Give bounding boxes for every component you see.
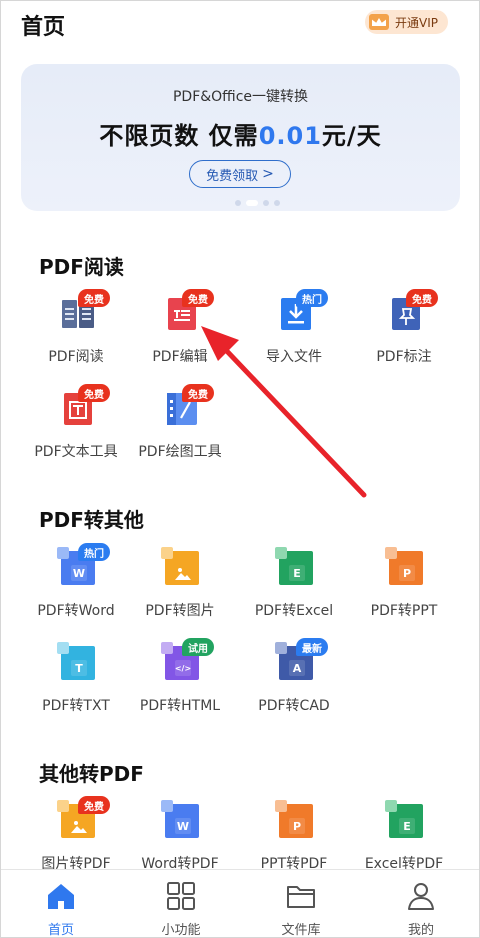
header: 首页 开通VIP [1,1,479,49]
crown-icon [369,14,389,30]
tool-label: PDF编辑 [152,349,208,365]
tool-import-file[interactable]: 热门 导入文件 [239,289,349,377]
tool-pdf-read[interactable]: 免费 PDF阅读 [21,289,131,377]
tool-label: PDF转Excel [254,603,334,619]
ppt-file-icon: P [275,800,313,838]
section-title-pdf-to-other: PDF转其他 [39,508,144,532]
folder-icon [287,886,315,908]
banner-headline: 不限页数 仅需0.01元/天 [21,116,460,151]
carousel-dot-active [246,200,258,206]
tab-functions[interactable]: 小功能 [121,870,241,938]
tab-label: 小功能 [161,923,201,938]
image-file-icon [161,547,199,585]
carousel-dot [263,200,269,206]
banner-headline-prefix: 不限页数 仅需 [99,122,259,150]
vip-button[interactable]: 开通VIP [365,10,448,34]
banner-subtitle: PDF&Office一键转换 [172,89,309,105]
txt-file-icon: T [57,642,95,680]
excel-file-icon: E [275,547,313,585]
app-screen: 首页 开通VIP PDF&Office一键转换 不限页数 仅需0.01元/天 免… [0,0,480,938]
tool-label: PDF转图片 [145,603,215,619]
badge: 免费 [78,289,110,307]
tab-label: 文件库 [281,923,321,938]
free-claim-label: 免费领取 [206,168,259,184]
picture-icon [175,568,191,580]
carousel-dot [274,200,280,206]
tool-label: PDF转PPT [370,603,438,619]
tool-label: PDF阅读 [48,349,104,365]
word-file-icon: W [161,800,199,838]
section-title-pdf-read: PDF阅读 [39,255,124,279]
badge: 免费 [78,384,110,402]
banner-price: 0.01 [258,122,322,150]
tool-pdf-annotate[interactable]: 免费 PDF标注 [349,289,459,377]
banner-headline-suffix: 元/天 [321,122,382,150]
tool-pdf-to-image[interactable]: PDF转图片 [125,547,235,631]
tool-pdf-to-cad[interactable]: A 最新 PDF转CAD [239,638,349,726]
carousel-dot [235,200,241,206]
tool-label: PDF标注 [376,349,432,365]
tab-label: 首页 [47,923,74,938]
tool-label: PDF转Word [37,603,115,619]
tool-pdf-text[interactable]: 免费 PDF文本工具 [21,384,131,472]
badge: 免费 [78,796,110,814]
tab-home[interactable]: 首页 [1,870,121,938]
free-claim-button[interactable]: 免费领取 > [189,160,291,188]
badge: 免费 [182,289,214,307]
badge: 热门 [78,543,110,561]
tool-label: PDF文本工具 [34,444,118,460]
badge: 免费 [406,289,438,307]
bottom-tab-bar: 首页 小功能 文件库 我的 [1,869,479,938]
chevron-right-icon: > [262,166,274,182]
grid-icon [167,882,195,910]
home-icon [48,884,74,909]
tool-pdf-to-html[interactable]: </> 试用 PDF转HTML [125,638,235,726]
vip-label: 开通VIP [395,15,438,30]
excel-file-icon: E [385,800,423,838]
tab-file-library[interactable]: 文件库 [241,870,361,938]
tool-pdf-to-ppt[interactable]: P PDF转PPT [349,547,459,631]
section-title-other-to-pdf: 其他转PDF [39,762,144,786]
user-icon [408,883,434,910]
tool-pdf-edit[interactable]: 免费 PDF编辑 [125,289,235,377]
tool-label: PDF转HTML [139,698,221,714]
carousel-dots [235,200,280,206]
tool-pdf-draw[interactable]: 免费 PDF绘图工具 [125,384,235,472]
tool-label: PDF绘图工具 [138,444,222,460]
tool-pdf-to-word[interactable]: W 热门 PDF转Word [21,543,131,631]
badge: 最新 [296,638,328,656]
tool-pdf-to-txt[interactable]: T PDF转TXT [21,642,131,726]
badge: 热门 [296,289,328,307]
tool-pdf-to-excel[interactable]: E PDF转Excel [239,547,349,631]
tool-label: 导入文件 [266,349,322,365]
ppt-file-icon: P [385,547,423,585]
promo-banner[interactable]: PDF&Office一键转换 不限页数 仅需0.01元/天 免费领取 > [21,64,460,211]
tool-label: PDF转CAD [258,698,330,714]
picture-icon [71,821,87,833]
page-title: 首页 [21,15,66,40]
badge: 试用 [182,638,214,656]
tab-profile[interactable]: 我的 [361,870,479,938]
tab-label: 我的 [407,923,434,938]
tool-label: PDF转TXT [42,698,110,714]
badge: 免费 [182,384,214,402]
